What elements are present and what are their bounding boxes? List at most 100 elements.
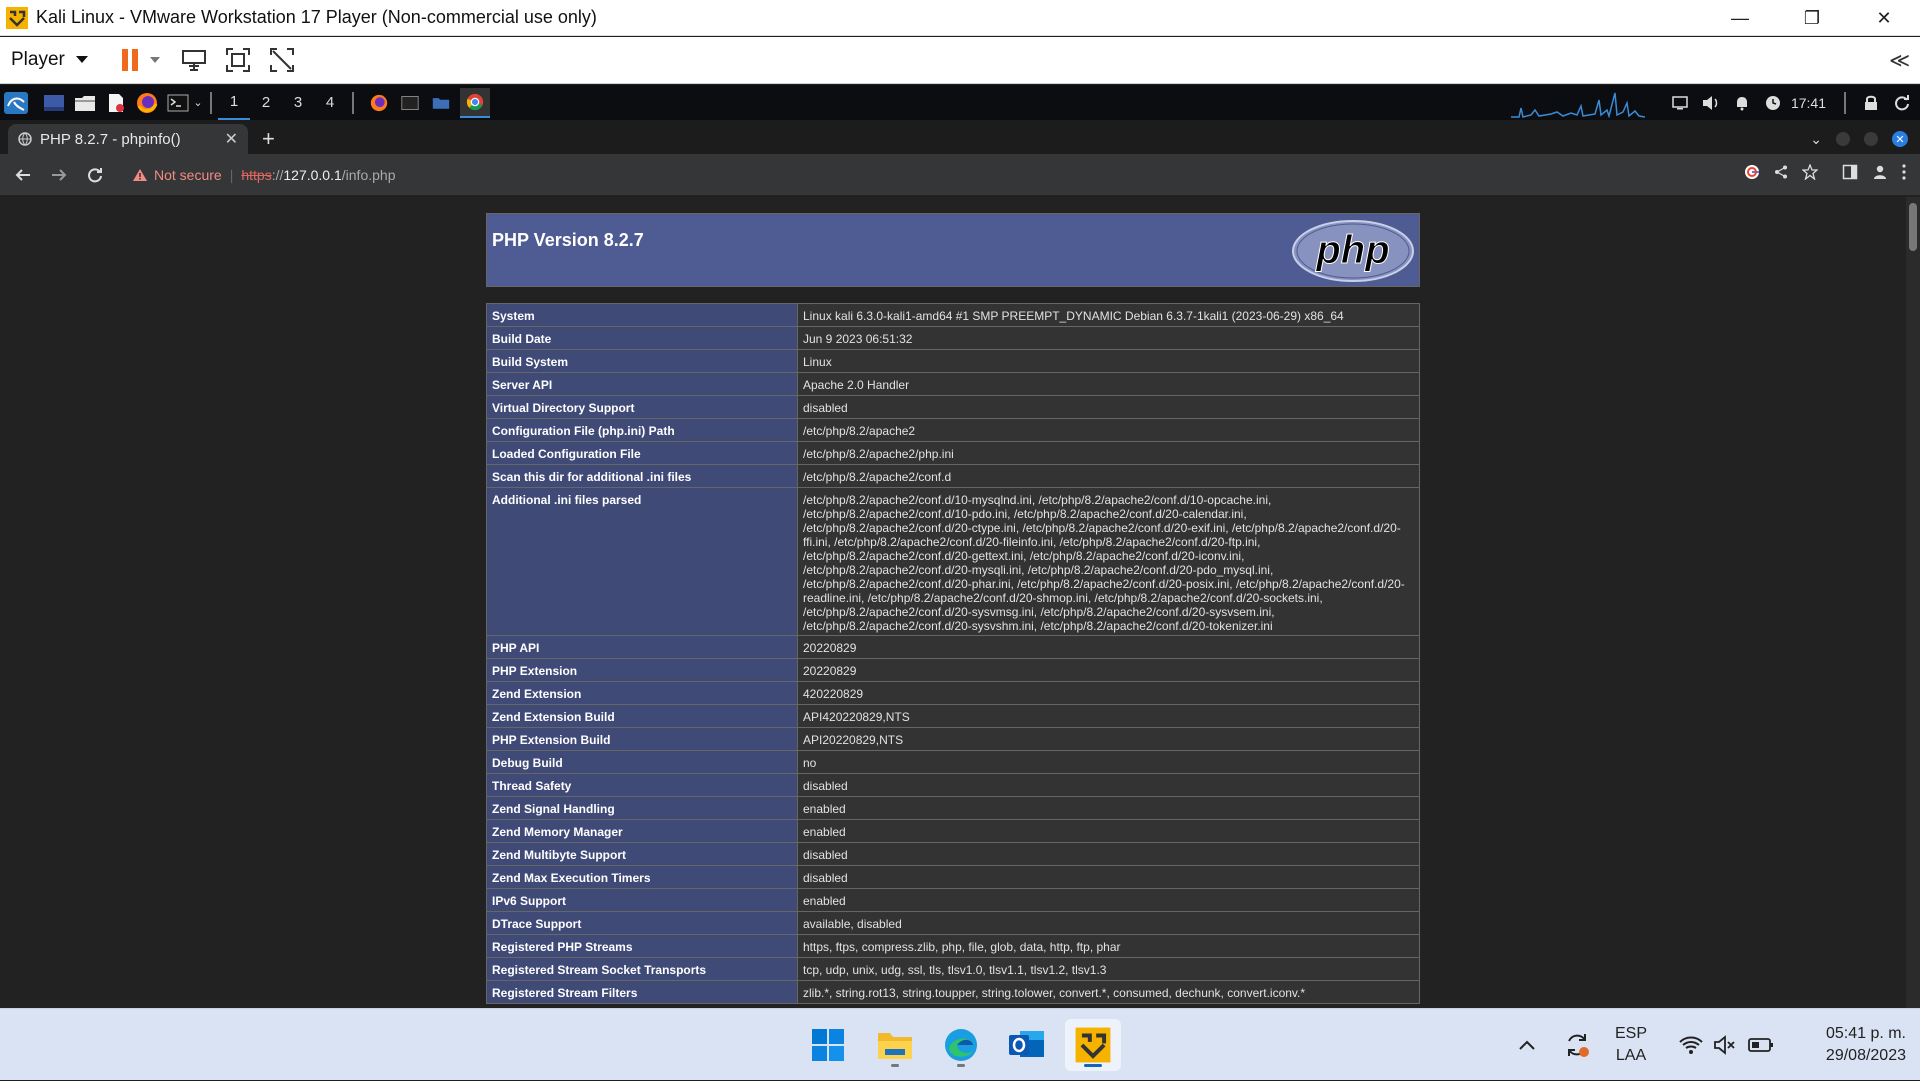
phpinfo-table: System Linux kali 6.3.0-kali1-amd64 #1 SM… [486, 303, 1420, 1004]
edge-taskbar-button[interactable] [933, 1019, 989, 1071]
window-title: Kali Linux - VMware Workstation 17 Playe… [36, 7, 597, 27]
outlook-taskbar-button[interactable] [999, 1019, 1055, 1071]
close-button[interactable]: ✕ [1848, 0, 1920, 36]
minimize-button[interactable]: — [1704, 0, 1776, 36]
page-scrollbar[interactable] [1906, 197, 1920, 1008]
phpinfo-value: disabled [797, 773, 1420, 797]
show-desktop-icon[interactable] [42, 92, 66, 114]
window-close-dot[interactable]: ✕ [1892, 131, 1908, 147]
profile-icon[interactable] [1872, 164, 1888, 185]
phpinfo-key: System [486, 303, 798, 327]
unity-mode-icon[interactable] [269, 47, 295, 73]
player-menu[interactable]: Player [11, 49, 89, 71]
phpinfo-row: PHP Extension 20220829 [486, 658, 1420, 682]
side-panel-icon[interactable] [1842, 164, 1858, 185]
sync-icon[interactable] [1560, 1009, 1594, 1081]
phpinfo-value: 420220829 [797, 681, 1420, 705]
php-logo-icon[interactable]: php [1292, 220, 1414, 282]
phpinfo-key: Server API [486, 372, 798, 396]
phpinfo-row: Server API Apache 2.0 Handler [486, 372, 1420, 396]
close-tab-icon[interactable]: ✕ [225, 129, 238, 149]
maximize-button[interactable]: ❐ [1776, 0, 1848, 36]
phpinfo-row: Zend Extension 420220829 [486, 681, 1420, 705]
terminal-icon[interactable] [166, 92, 190, 114]
phpinfo-value: disabled [797, 842, 1420, 866]
phpinfo-value: disabled [797, 865, 1420, 889]
phpinfo-row: Zend Memory Manager enabled [486, 819, 1420, 843]
notification-bell-icon[interactable] [1730, 92, 1754, 114]
tab-phpinfo[interactable]: PHP 8.2.7 - phpinfo() ✕ [8, 124, 248, 154]
text-editor-icon[interactable] [104, 92, 128, 114]
start-button[interactable] [800, 1019, 856, 1071]
display-icon[interactable] [1668, 92, 1692, 114]
phpinfo-row: DTrace Support available, disabled [486, 911, 1420, 935]
php-logo-text: php [1315, 228, 1389, 272]
new-tab-button[interactable]: + [262, 124, 275, 154]
wifi-icon[interactable] [1674, 1009, 1708, 1081]
phpinfo-key: Registered Stream Filters [486, 980, 798, 1004]
phpinfo-value: https, ftps, compress.zlib, php, file, g… [797, 934, 1420, 958]
security-label[interactable]: Not secure [154, 167, 222, 183]
phpinfo-row: Configuration File (php.ini) Path/etc/ph… [486, 418, 1420, 442]
input-language[interactable]: ESP LAA [1606, 1009, 1656, 1081]
muted-speaker-icon[interactable] [1708, 1009, 1742, 1081]
collapse-toolbar-icon[interactable]: ≪ [1889, 48, 1910, 73]
phpinfo-value: tcp, udp, unix, udg, ssl, tls, tlsv1.0, … [797, 957, 1420, 981]
share-icon[interactable] [1774, 165, 1788, 184]
scrollbar-thumb[interactable] [1909, 203, 1917, 251]
phpinfo-row: Virtual Directory Support disabled [486, 395, 1420, 419]
phpinfo-key: Scan this dir for additional .ini files [486, 464, 798, 488]
google-lens-icon[interactable] [1744, 164, 1760, 185]
clock-time: 05:41 p. m. [1825, 1025, 1906, 1042]
warning-icon [133, 168, 147, 181]
chevron-down-icon[interactable]: ⌄ [192, 92, 204, 114]
bookmark-star-icon[interactable] [1801, 163, 1819, 185]
firefox-icon[interactable] [135, 92, 159, 114]
send-ctrl-alt-del-icon[interactable] [181, 48, 207, 72]
workspace-2[interactable]: 2 [250, 85, 282, 120]
phpinfo-row: System Linux kali 6.3.0-kali1-amd64 #1 SM… [486, 303, 1420, 327]
system-clock[interactable]: 05:41 p. m. 29/08/2023 [1786, 1009, 1906, 1081]
phpinfo-value: no [797, 750, 1420, 774]
workspace-3[interactable]: 3 [282, 85, 314, 120]
back-arrow-icon[interactable] [8, 160, 38, 190]
battery-icon[interactable] [1744, 1009, 1778, 1081]
phpinfo-row: Registered PHP Streams https, ftps, compr… [486, 934, 1420, 958]
fullscreen-icon[interactable] [225, 47, 251, 73]
phpinfo-row: Debug Build no [486, 750, 1420, 774]
firefox-window-icon[interactable] [367, 92, 391, 114]
terminal-window-icon[interactable] [398, 92, 422, 114]
power-refresh-icon[interactable] [1890, 92, 1914, 114]
folder-window-icon[interactable] [429, 92, 453, 114]
lock-screen-icon[interactable] [1859, 92, 1883, 114]
volume-icon[interactable] [1699, 92, 1723, 114]
tab-search-icon[interactable]: ⌄ [1810, 131, 1822, 148]
url-host: 127.0.0.1 [283, 166, 342, 183]
browser-toolbar: Not secure | https://127.0.0.1/info.php [0, 154, 1920, 196]
kali-menu-icon[interactable] [4, 91, 28, 114]
chrome-window-icon[interactable] [460, 87, 490, 118]
pause-dropdown-icon[interactable] [149, 56, 161, 64]
phpinfo-key: Registered Stream Socket Transports [486, 957, 798, 981]
forward-arrow-icon[interactable] [44, 160, 74, 190]
window-maximize-dot[interactable] [1864, 132, 1878, 146]
panel-clock[interactable]: 17:41 [1791, 95, 1826, 111]
show-hidden-icons-button[interactable] [1512, 1009, 1542, 1081]
reload-icon[interactable] [80, 160, 110, 190]
phpinfo-key: IPv6 Support [486, 888, 798, 912]
file-explorer-taskbar-button[interactable] [867, 1019, 923, 1071]
workspace-4[interactable]: 4 [314, 85, 346, 120]
phpinfo-header: PHP Version 8.2.7 php [486, 213, 1420, 287]
phpinfo-key: Zend Signal Handling [486, 796, 798, 820]
more-menu-icon[interactable] [1902, 164, 1906, 185]
workspace-1[interactable]: 1 [218, 85, 250, 120]
lang-line1: ESP [1614, 1025, 1647, 1042]
file-manager-icon[interactable] [73, 92, 97, 114]
phpinfo-value: zlib.*, string.rot13, string.toupper, st… [797, 980, 1420, 1004]
vmware-taskbar-button[interactable] [1065, 1019, 1121, 1071]
pause-button[interactable] [119, 48, 141, 72]
address-bar[interactable]: Not secure | https://127.0.0.1/info.php [132, 167, 395, 183]
panel-separator [1844, 91, 1846, 114]
phpinfo-value: enabled [797, 888, 1420, 912]
window-minimize-dot[interactable] [1836, 132, 1850, 146]
